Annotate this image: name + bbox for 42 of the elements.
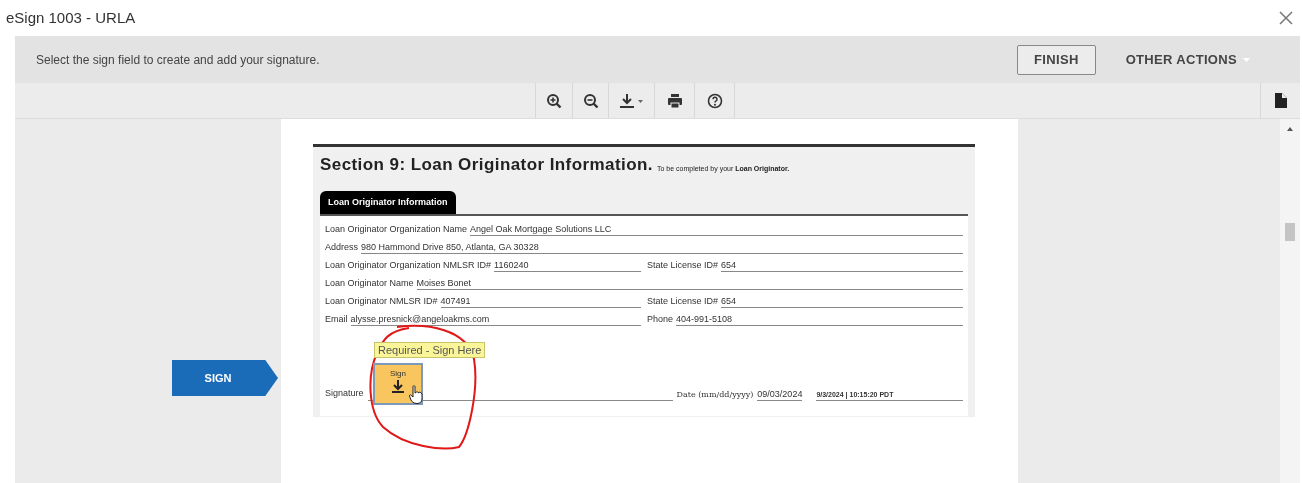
sign-tag[interactable]: SIGN [172, 360, 278, 396]
scroll-thumb[interactable] [1285, 223, 1295, 241]
instruction-text: Select the sign field to create and add your signature. [36, 51, 321, 69]
zoom-out-icon[interactable] [582, 92, 599, 109]
field-value: 654 [721, 295, 963, 308]
help-icon[interactable] [706, 92, 723, 109]
sign-field-button[interactable]: Sign [373, 363, 423, 405]
print-icon[interactable] [666, 92, 683, 109]
field-label: Loan Originator Name [325, 276, 414, 290]
field-label: Signature [325, 387, 364, 400]
field-value: Angel Oak Mortgage Solutions LLC [470, 223, 963, 236]
field-label: Loan Originator Organization Name [325, 222, 468, 236]
section-title: Section 9: Loan Originator Information. [320, 154, 653, 176]
window-title: eSign 1003 - URLA [6, 7, 136, 28]
field-label: Address [325, 240, 359, 254]
required-tooltip: Required - Sign Here [374, 342, 486, 358]
field-value: 654 [721, 259, 963, 272]
field-label: State License ID# [647, 258, 719, 272]
field-value: 1160240 [494, 259, 641, 272]
field-value: 980 Hammond Drive 850, Atlanta, GA 30328 [361, 241, 963, 254]
field-label: Email [325, 312, 348, 326]
field-label: Loan Originator NMLSR ID# [325, 294, 438, 308]
hand-cursor-icon [409, 385, 423, 404]
scroll-up-icon[interactable] [1287, 127, 1293, 131]
finish-button[interactable]: FINISH [1017, 44, 1096, 75]
scrollbar[interactable] [1280, 119, 1300, 483]
download-icon[interactable] [618, 92, 645, 109]
caret-icon [1243, 57, 1250, 62]
document-icon[interactable] [1274, 93, 1287, 108]
field-value: 09/03/2024 [757, 387, 803, 401]
zoom-in-icon[interactable] [546, 92, 562, 109]
field-value: alysse.presnick@angeloakms.com [350, 313, 641, 326]
field-value: 407491 [440, 295, 641, 308]
field-label: Loan Originator Organization NMLSR ID# [325, 258, 492, 272]
close-icon[interactable] [1278, 10, 1294, 26]
field-value: 404-991-5108 [676, 313, 963, 326]
download-icon [390, 378, 406, 394]
field-label: Date (mm/dd/yyyy) [676, 388, 754, 401]
field-value: Moises Bonet [416, 277, 963, 290]
other-actions-button[interactable]: OTHER ACTIONS [1125, 49, 1250, 70]
field-label: Phone [647, 312, 674, 326]
field-label: State License ID# [647, 294, 719, 308]
